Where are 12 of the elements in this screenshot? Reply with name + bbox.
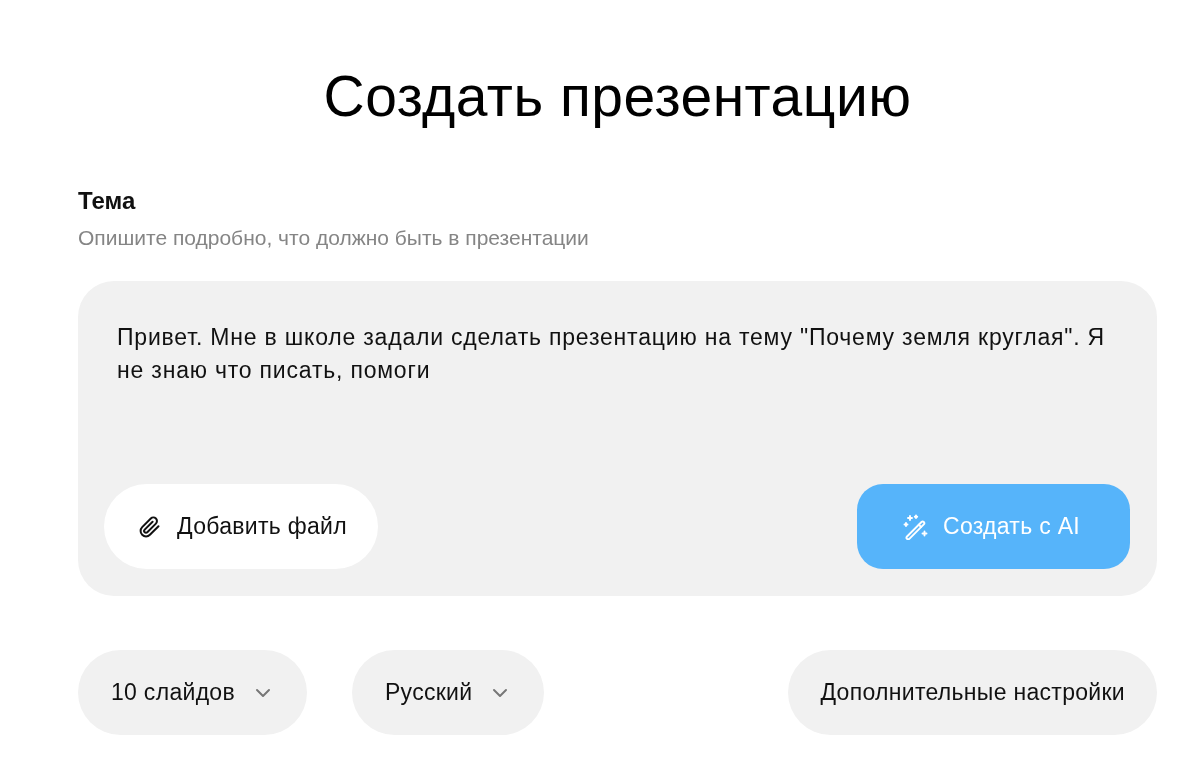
add-file-button[interactable]: Добавить файл (104, 484, 378, 569)
dropdown-button[interactable]: 10 слайдов (78, 650, 307, 735)
topic-label: Тема (78, 186, 137, 216)
paperclip-icon (138, 514, 162, 539)
chevron-down-icon (254, 687, 271, 698)
page-title: Создать презентацию (322, 63, 913, 130)
prompt-input-field[interactable]: Привет. Мне в школе задали сделать презентацию на тему "Почему земля круглая". Я не знаю что писать, помоги (117, 321, 1117, 484)
topic-hint: Опишите подробно, что должно быть в презентации (78, 225, 590, 251)
magic-wand-icon (902, 513, 929, 540)
chevron-down-icon (492, 687, 509, 698)
settings-button[interactable]: Дополнительные настройки (788, 650, 1157, 735)
dropdown-button[interactable]: Русский (351, 650, 545, 735)
